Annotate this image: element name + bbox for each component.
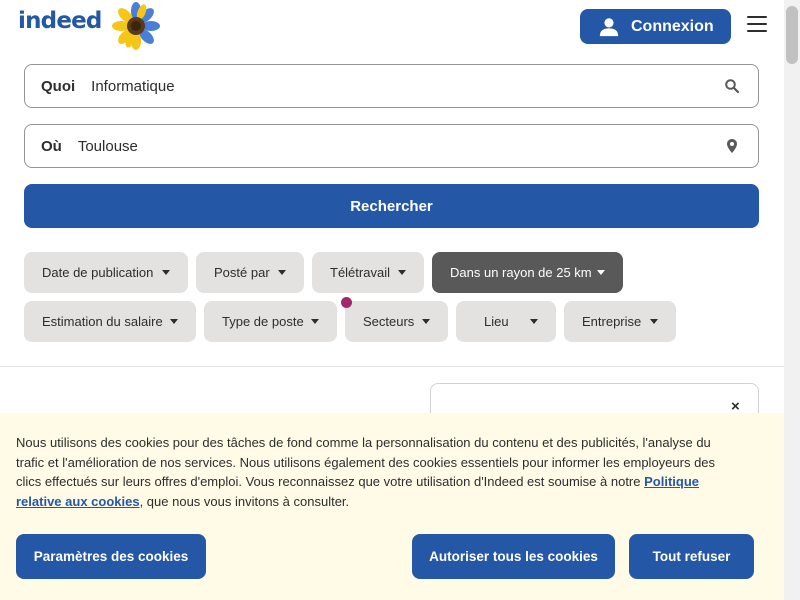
caret-down-icon xyxy=(311,319,319,324)
location-pin-icon xyxy=(727,139,737,153)
scrollbar[interactable] xyxy=(784,0,800,600)
sunflower-icon xyxy=(112,2,160,50)
what-value[interactable]: Informatique xyxy=(91,78,174,95)
where-search-field[interactable]: Où Toulouse xyxy=(24,124,759,168)
filter-label: Posté par xyxy=(214,265,270,280)
login-label: Connexion xyxy=(631,17,714,35)
refuse-all-button[interactable]: Tout refuser xyxy=(629,534,754,579)
filter-radius[interactable]: Dans un rayon de 25 km xyxy=(432,252,623,293)
search-button-label: Rechercher xyxy=(350,197,433,215)
login-button[interactable]: Connexion xyxy=(580,9,731,44)
cookie-settings-button[interactable]: Paramètres des cookies xyxy=(16,534,206,579)
filter-label: Entreprise xyxy=(582,314,642,329)
caret-down-icon xyxy=(650,319,658,324)
filter-label: Secteurs xyxy=(363,314,415,329)
filter-label: Lieu xyxy=(484,314,509,329)
accept-all-label: Autoriser tous les cookies xyxy=(429,549,598,564)
cookie-banner: Nous utilisons des cookies pour des tâch… xyxy=(0,413,784,600)
filter-salary[interactable]: Estimation du salaire xyxy=(24,301,196,342)
filter-company[interactable]: Entreprise xyxy=(564,301,676,342)
filter-posted-by[interactable]: Posté par xyxy=(196,252,304,293)
caret-down-icon xyxy=(530,319,538,324)
filter-label: Télétravail xyxy=(330,265,390,280)
cookie-settings-label: Paramètres des cookies xyxy=(33,549,189,564)
filter-sectors[interactable]: Secteurs xyxy=(345,301,448,342)
search-icon xyxy=(725,79,740,94)
caret-down-icon xyxy=(597,270,605,275)
filter-job-type[interactable]: Type de poste xyxy=(204,301,337,342)
filter-location[interactable]: Lieu xyxy=(456,301,556,342)
user-icon xyxy=(599,17,619,36)
refuse-all-label: Tout refuser xyxy=(652,549,731,564)
logo-text: indeed xyxy=(18,8,102,34)
notification-dot xyxy=(341,297,352,308)
divider xyxy=(0,366,784,367)
filter-label: Estimation du salaire xyxy=(42,314,163,329)
filter-label: Dans un rayon de 25 km xyxy=(450,265,592,280)
scrollbar-thumb[interactable] xyxy=(786,6,798,64)
filter-date-posted[interactable]: Date de publication xyxy=(24,252,188,293)
caret-down-icon xyxy=(398,270,406,275)
search-button[interactable]: Rechercher xyxy=(24,184,759,228)
hamburger-menu-icon[interactable] xyxy=(747,16,767,32)
where-value[interactable]: Toulouse xyxy=(78,138,138,155)
cookie-text-before: Nous utilisons des cookies pour des tâch… xyxy=(16,435,716,490)
filter-label: Type de poste xyxy=(222,314,304,329)
filter-label: Date de publication xyxy=(42,265,154,280)
indeed-logo[interactable]: indeed xyxy=(18,8,102,34)
where-label: Où xyxy=(41,137,62,155)
caret-down-icon xyxy=(422,319,430,324)
caret-down-icon xyxy=(278,270,286,275)
cookie-text-after: , que nous vous invitons à consulter. xyxy=(139,494,350,510)
caret-down-icon xyxy=(170,319,178,324)
caret-down-icon xyxy=(162,270,170,275)
accept-all-cookies-button[interactable]: Autoriser tous les cookies xyxy=(412,534,615,579)
header: indeed Connexion xyxy=(0,0,784,52)
cookie-text: Nous utilisons des cookies pour des tâch… xyxy=(16,433,736,512)
what-search-field[interactable]: Quoi Informatique xyxy=(24,64,759,108)
filter-remote[interactable]: Télétravail xyxy=(312,252,424,293)
what-label: Quoi xyxy=(41,77,76,95)
